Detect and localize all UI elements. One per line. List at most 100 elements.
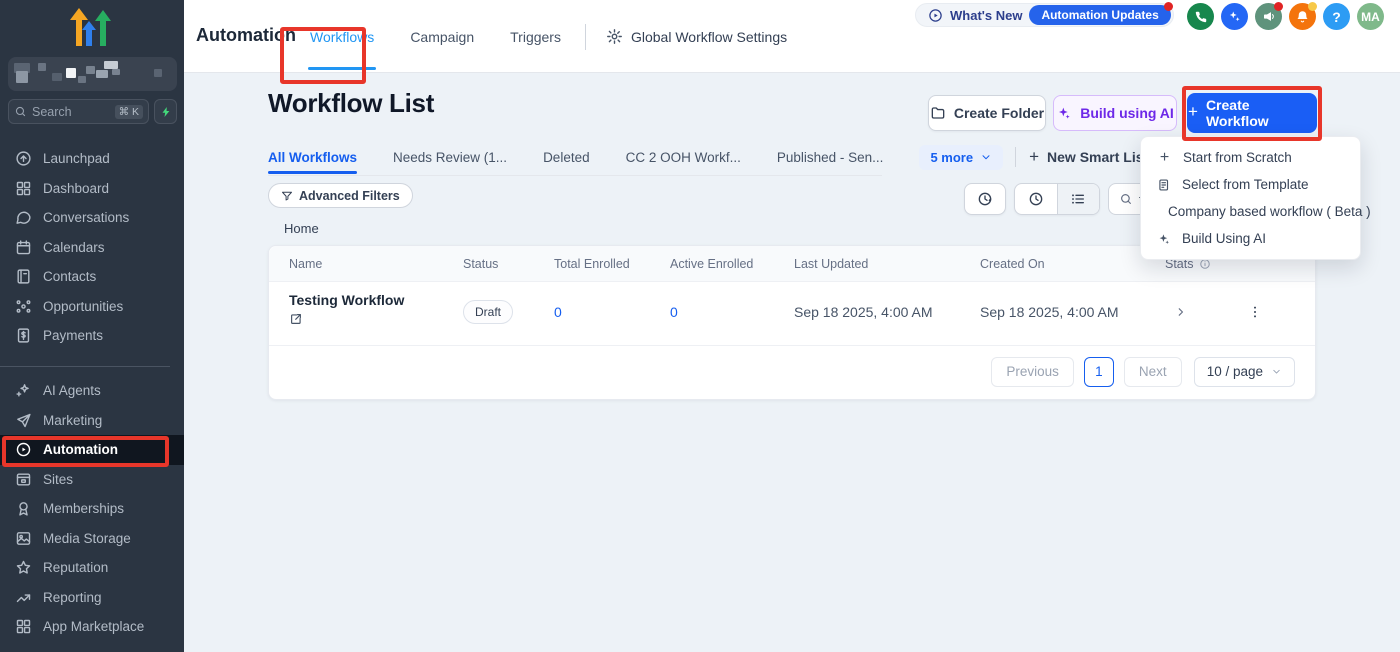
ai-tools-button[interactable] (1221, 3, 1248, 30)
calendars-icon (15, 239, 32, 256)
sidebar-item-reporting[interactable]: Reporting (0, 583, 184, 613)
media-storage-icon (15, 530, 32, 547)
open-in-new-icon[interactable] (289, 312, 303, 331)
row-actions-menu[interactable] (1247, 303, 1263, 326)
workflow-name[interactable]: Testing Workflow (289, 292, 404, 308)
template-icon (1157, 178, 1171, 192)
megaphone-icon (1261, 9, 1276, 24)
help-button[interactable]: ? (1323, 3, 1350, 30)
blurred-account-name (8, 57, 177, 91)
tab-triggers[interactable]: Triggers (492, 0, 579, 73)
main-content: Workflow List Create Folder Build using … (184, 73, 1400, 652)
payments-icon (15, 327, 32, 344)
menu-item-company-based-workflow[interactable]: Company based workflow ( Beta ) (1141, 198, 1360, 225)
total-enrolled-value[interactable]: 0 (554, 304, 562, 320)
workflow-list-title: Workflow List (268, 88, 434, 119)
reporting-icon (15, 589, 32, 606)
sidebar-item-dashboard[interactable]: Dashboard (0, 174, 184, 204)
launchpad-icon (15, 150, 32, 167)
list-view-button[interactable] (1057, 184, 1099, 214)
sparkle-icon (1056, 105, 1072, 121)
tab-workflows[interactable]: Workflows (292, 0, 392, 73)
sidebar-item-automation[interactable]: Automation (0, 435, 184, 465)
stats-expand-chevron[interactable] (1174, 305, 1188, 324)
sidebar-item-contacts[interactable]: Contacts (0, 262, 184, 292)
sites-icon (15, 471, 32, 488)
sidebar-item-reputation[interactable]: Reputation (0, 553, 184, 583)
header-tabs: Workflows Campaign Triggers Global Workf… (292, 0, 801, 73)
quick-actions-button[interactable] (154, 99, 177, 124)
menu-item-build-using-ai[interactable]: Build Using AI (1141, 225, 1360, 252)
create-folder-button[interactable]: Create Folder (928, 95, 1046, 131)
column-last-updated: Last Updated (794, 257, 868, 271)
sidebar-nav-secondary: AI Agents Marketing Automation Sites Mem… (0, 376, 184, 642)
tab-campaign[interactable]: Campaign (392, 0, 492, 73)
more-tabs-button[interactable]: 5 more (919, 145, 1003, 170)
sidebar-item-memberships[interactable]: Memberships (0, 494, 184, 524)
sparkles-icon (1227, 9, 1242, 24)
avatar[interactable]: MA (1357, 3, 1384, 30)
list-icon (1070, 191, 1086, 207)
enrollment-history-button[interactable] (964, 183, 1006, 215)
previous-page-button[interactable]: Previous (991, 357, 1074, 387)
plus-icon: + (1157, 149, 1172, 167)
build-using-ai-button[interactable]: Build using AI (1053, 95, 1177, 131)
plus-icon: + (1029, 147, 1039, 167)
status-badge: Draft (463, 300, 513, 324)
sidebar-item-opportunities[interactable]: Opportunities (0, 292, 184, 322)
notifications-button[interactable] (1289, 3, 1316, 30)
advanced-filters-button[interactable]: Advanced Filters (268, 183, 413, 208)
automation-updates-badge[interactable]: Automation Updates (1029, 5, 1170, 25)
sidebar-item-ai-agents[interactable]: AI Agents (0, 376, 184, 406)
question-mark-icon: ? (1332, 9, 1341, 25)
new-smart-list-button[interactable]: + New Smart List (1029, 147, 1148, 167)
phone-button[interactable] (1187, 3, 1214, 30)
menu-item-start-from-scratch[interactable]: + Start from Scratch (1141, 144, 1360, 171)
global-workflow-settings-button[interactable]: Global Workflow Settings (592, 28, 801, 45)
column-name: Name (289, 257, 322, 271)
table-row[interactable]: Testing Workflow Draft 0 0 Sep 18 2025, … (269, 282, 1315, 346)
phone-icon (1194, 10, 1208, 24)
page-number-button[interactable]: 1 (1084, 357, 1114, 387)
view-toggle (1014, 183, 1100, 215)
opportunities-icon (15, 298, 32, 315)
whats-new-icon (928, 8, 943, 23)
sidebar-item-sites[interactable]: Sites (0, 465, 184, 495)
sidebar-item-payments[interactable]: Payments (0, 321, 184, 351)
page-title: Automation (196, 25, 296, 46)
active-enrolled-value[interactable]: 0 (670, 304, 678, 320)
bolt-icon (160, 105, 172, 119)
sidebar-item-conversations[interactable]: Conversations (0, 203, 184, 233)
gear-icon (606, 28, 623, 45)
menu-item-select-from-template[interactable]: Select from Template (1141, 171, 1360, 198)
bell-notification-dot (1308, 2, 1317, 11)
bell-icon (1295, 9, 1310, 24)
tab-cc2-ooh[interactable]: CC 2 OOH Workf... (626, 150, 741, 165)
tab-needs-review[interactable]: Needs Review (1... (393, 150, 507, 165)
search-input[interactable]: Search ⌘ K (8, 99, 149, 124)
conversations-icon (15, 209, 32, 226)
kebab-icon (1247, 303, 1263, 321)
tabs-bottom-border (268, 175, 882, 176)
page-size-select[interactable]: 10 / page (1194, 357, 1295, 387)
sidebar-item-marketing[interactable]: Marketing (0, 406, 184, 436)
announcements-button[interactable] (1255, 3, 1282, 30)
ai-agents-icon (15, 382, 32, 399)
tab-published-sen[interactable]: Published - Sen... (777, 150, 884, 165)
sidebar-item-launchpad[interactable]: Launchpad (0, 144, 184, 174)
sidebar: Search ⌘ K Launchpad Dashboard Conversat… (0, 0, 184, 652)
filter-icon (281, 190, 293, 202)
recent-view-button[interactable] (1015, 184, 1057, 214)
sidebar-item-calendars[interactable]: Calendars (0, 233, 184, 263)
search-icon (1119, 192, 1133, 206)
whats-new-button[interactable]: What's New (950, 8, 1022, 23)
next-page-button[interactable]: Next (1124, 357, 1182, 387)
tab-all-workflows[interactable]: All Workflows (268, 150, 357, 165)
tab-deleted[interactable]: Deleted (543, 150, 590, 165)
create-workflow-button[interactable]: + Create Workflow (1187, 93, 1317, 133)
sidebar-item-media-storage[interactable]: Media Storage (0, 524, 184, 554)
breadcrumb[interactable]: Home (284, 221, 319, 236)
last-updated-value: Sep 18 2025, 4:00 AM (794, 304, 933, 320)
search-placeholder: Search (32, 105, 72, 119)
sidebar-item-app-marketplace[interactable]: App Marketplace (0, 612, 184, 642)
